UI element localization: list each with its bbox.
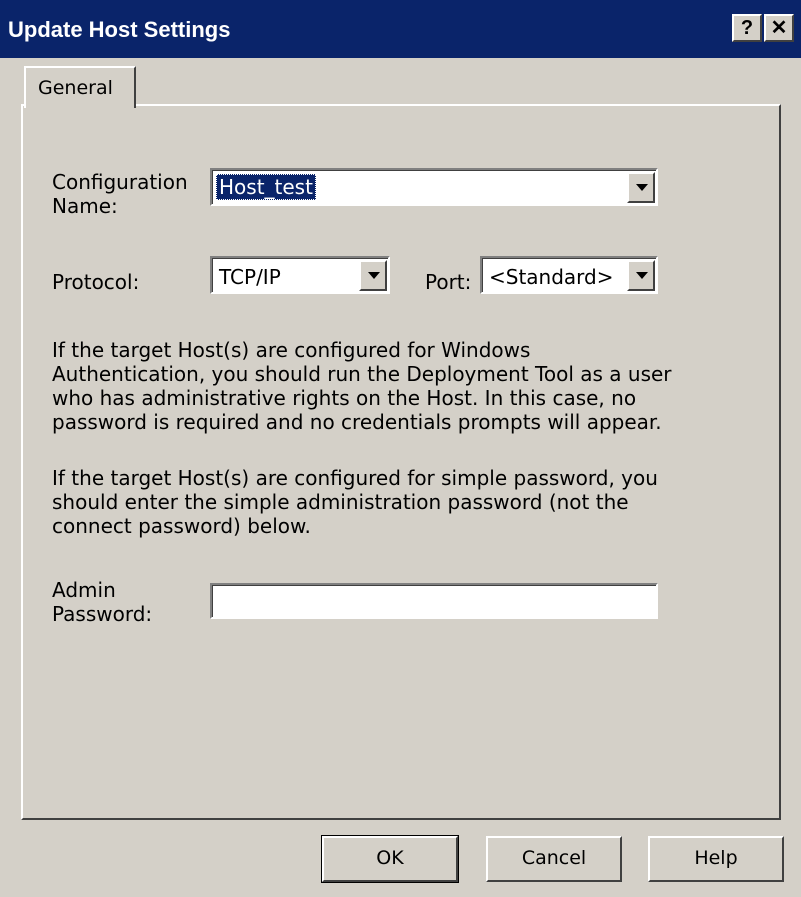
ok-button[interactable]: OK [321,835,459,883]
protocol-dropdown-button[interactable] [359,260,387,291]
question-icon: ? [740,17,754,39]
admin-password-field-frame [210,583,658,619]
tab-connector [26,104,134,108]
port-label: Port: [425,270,472,294]
config-name-value: Host_test [216,174,316,200]
tab-general-label: General [38,77,113,99]
close-icon: ✕ [770,17,788,39]
config-name-select[interactable]: Host_test [210,168,658,206]
config-name-dropdown-button[interactable] [627,172,655,203]
title-bar[interactable]: Update Host Settings ? ✕ [0,0,801,58]
chevron-down-icon [368,272,380,279]
protocol-value: TCP/IP [219,265,281,289]
window-title: Update Host Settings [8,17,231,42]
port-value: <Standard> [489,265,614,289]
windows-auth-info: If the target Host(s) are configured for… [52,338,672,434]
chevron-down-icon [636,184,648,191]
help-button[interactable]: Help [648,836,784,882]
simple-password-info: If the target Host(s) are configured for… [52,466,658,538]
config-name-label: Configuration Name: [52,170,188,218]
protocol-select[interactable]: TCP/IP [210,256,390,294]
dialog-window: Update Host Settings ? ✕ General Configu… [0,0,801,897]
admin-password-label: Admin Password: [52,578,153,626]
port-dropdown-button[interactable] [627,260,655,291]
help-title-button[interactable]: ? [732,14,762,42]
admin-password-input[interactable] [212,585,656,617]
protocol-label: Protocol: [52,270,140,294]
cancel-button[interactable]: Cancel [486,836,622,882]
close-title-button[interactable]: ✕ [764,14,794,42]
port-select[interactable]: <Standard> [480,256,658,294]
tab-general[interactable]: General [24,66,136,108]
chevron-down-icon [636,272,648,279]
